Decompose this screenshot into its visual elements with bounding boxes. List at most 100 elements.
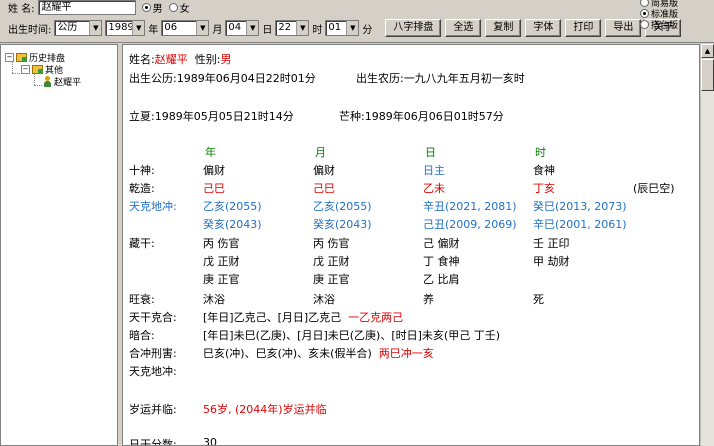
qianzao-month: 己巳 [313, 182, 335, 195]
solar-birth: 出生公历:1989年06月04日22时01分 [129, 72, 316, 85]
hcxh-summary: 两巳冲一亥 [378, 347, 434, 360]
name-label: 姓 名: [8, 3, 35, 15]
canggan-month-1: 丙 伤官 [313, 237, 350, 250]
tkdc-month-2: 癸亥(2043) [313, 218, 372, 231]
tkdc-day-2: 己丑(2009, 2069) [423, 218, 517, 231]
name-row: 姓 名: 赵耀平 男 女 [8, 0, 196, 15]
select-all-button[interactable]: 全选 [445, 19, 482, 37]
anhe-text: [年日]未巳(乙庚)、[月日]未巳(乙庚)、[时日]未亥(甲己 丁壬) [203, 329, 500, 342]
gender-female-radio[interactable]: 女 [168, 0, 190, 15]
scroll-up-icon[interactable]: ▲ [701, 44, 714, 58]
wangshuai-label: 旺衰: [129, 293, 155, 306]
paipan-button[interactable]: 八字排盘 [385, 19, 442, 37]
month-value: 06 [164, 22, 178, 33]
collapse-icon[interactable]: − [5, 53, 14, 62]
radio-selected-icon [640, 9, 649, 18]
pillar-header-day: 日 [425, 146, 436, 159]
hcxh-text: 巳亥(冲)、巳亥(冲)、亥未(假半合) [203, 347, 372, 360]
canggan-hour-1: 壬 正印 [533, 237, 570, 250]
canggan-label: 藏干: [129, 237, 155, 250]
edition-stage-radio[interactable]: 搭台版 [640, 19, 712, 31]
birth-row: 出生时间: 公历 ▼ 1989 ▼ 年 06 ▼ 月 04 ▼ 日 22 ▼ 时… [8, 18, 682, 38]
pillar-header-month: 月 [315, 146, 326, 159]
tkdc-year-2: 癸亥(2043) [203, 218, 262, 231]
canggan-year-3: 庚 正官 [203, 273, 240, 286]
qianzao-day: 乙未 [423, 182, 445, 195]
minute-select[interactable]: 01 ▼ [325, 20, 360, 36]
month-select[interactable]: 06 ▼ [161, 20, 210, 36]
minute-unit: 分 [362, 24, 373, 36]
copy-button[interactable]: 复制 [485, 19, 522, 37]
rigan-label: 日干分数: [129, 438, 177, 446]
hour-select[interactable]: 22 ▼ [275, 20, 310, 36]
radio-selected-icon [141, 2, 151, 12]
chevron-down-icon: ▼ [132, 21, 145, 35]
canggan-day-3: 乙 比肩 [423, 273, 460, 286]
pillar-header-hour: 时 [535, 146, 546, 159]
tkdc2-label: 天克地冲: [129, 365, 177, 378]
name-input[interactable]: 赵耀平 [37, 0, 136, 15]
year-value: 1989 [108, 22, 133, 33]
lunar-birth: 出生农历:一九八九年五月初一亥时 [356, 72, 525, 85]
tkdc-label: 天克地冲: [129, 200, 177, 213]
radio-unselected-icon [168, 2, 178, 12]
day-unit: 日 [262, 24, 273, 36]
name-line: 姓名:赵耀平 性别:男 [129, 51, 231, 67]
export-button[interactable]: 导出 [605, 19, 642, 37]
gender-male-radio[interactable]: 男 [141, 0, 163, 15]
qianzao-label: 乾造: [129, 182, 155, 195]
suiyun-value: 56岁, (2044年)岁运并临 [203, 403, 327, 416]
canggan-month-3: 庚 正官 [313, 273, 350, 286]
day-value: 04 [228, 22, 242, 33]
year-select[interactable]: 1989 ▼ [105, 20, 146, 36]
radio-unselected-icon [640, 20, 649, 29]
shishen-month: 偏财 [313, 164, 335, 177]
history-tree: − 历史排盘 − 其他 赵耀平 [0, 44, 118, 446]
tkdc-day-1: 辛丑(2021, 2081) [423, 200, 517, 213]
canggan-year-2: 戊 正财 [203, 255, 240, 268]
name-label: 姓名: [129, 53, 155, 66]
lixia-term: 立夏:1989年05月05日21时14分 [129, 110, 294, 123]
canggan-day-1: 己 偏财 [423, 237, 460, 250]
content-scrollbar[interactable]: ▲ [700, 44, 714, 446]
folder-icon [32, 65, 43, 74]
rigan-value: 30 [203, 436, 217, 446]
tree-line [34, 85, 42, 86]
edition-stage-label: 搭台版 [651, 21, 679, 31]
hour-unit: 时 [312, 24, 323, 36]
toolbar: 姓 名: 赵耀平 男 女 出生时间: 公历 ▼ 1989 ▼ 年 06 ▼ 月 … [0, 0, 714, 43]
shishen-hour: 食神 [533, 164, 555, 177]
hcxh-label: 合冲刑害: [129, 347, 177, 360]
scroll-thumb[interactable] [701, 59, 714, 91]
print-button[interactable]: 打印 [565, 19, 602, 37]
wangshuai-hour: 死 [533, 293, 544, 306]
shishen-label: 十神: [129, 164, 155, 177]
chevron-down-icon: ▼ [246, 21, 259, 35]
sex-label: 性别: [194, 53, 221, 66]
name-value: 赵耀平 [154, 53, 188, 66]
wangshuai-year: 沐浴 [203, 293, 225, 306]
tree-node-person[interactable]: 赵耀平 [43, 75, 81, 88]
tgkh-summary: 一乙克两己 [348, 311, 404, 324]
folder-icon [16, 53, 27, 62]
calendar-select[interactable]: 公历 ▼ [54, 20, 103, 36]
bazi-result-panel: 姓名:赵耀平 性别:男 出生公历:1989年06月04日22时01分 出生农历:… [122, 44, 700, 446]
hour-value: 22 [278, 22, 292, 33]
collapse-icon[interactable]: − [21, 65, 30, 74]
birth-label: 出生时间: [8, 24, 52, 36]
tkdc-hour-1: 癸巳(2013, 2073) [533, 200, 627, 213]
mangzhong-term: 芒种:1989年06月06日01时57分 [339, 110, 504, 123]
sex-value: 男 [220, 53, 232, 66]
kongwang: (辰巳空) [633, 182, 675, 195]
anhe-label: 暗合: [129, 329, 155, 342]
chevron-down-icon: ▼ [89, 21, 102, 35]
day-select[interactable]: 04 ▼ [225, 20, 260, 36]
tkdc-month-1: 乙亥(2055) [313, 200, 372, 213]
wangshuai-month: 沐浴 [313, 293, 335, 306]
canggan-month-2: 戊 正财 [313, 255, 350, 268]
edition-radio-group: 简易版 标准版 搭台版 [640, 0, 712, 31]
hcxh-line: 巳亥(冲)、巳亥(冲)、亥未(假半合) 两巳冲一亥 [203, 345, 434, 361]
shishen-year: 偏财 [203, 164, 225, 177]
font-button[interactable]: 字体 [525, 19, 562, 37]
tgkh-label: 天干克合: [129, 311, 177, 324]
